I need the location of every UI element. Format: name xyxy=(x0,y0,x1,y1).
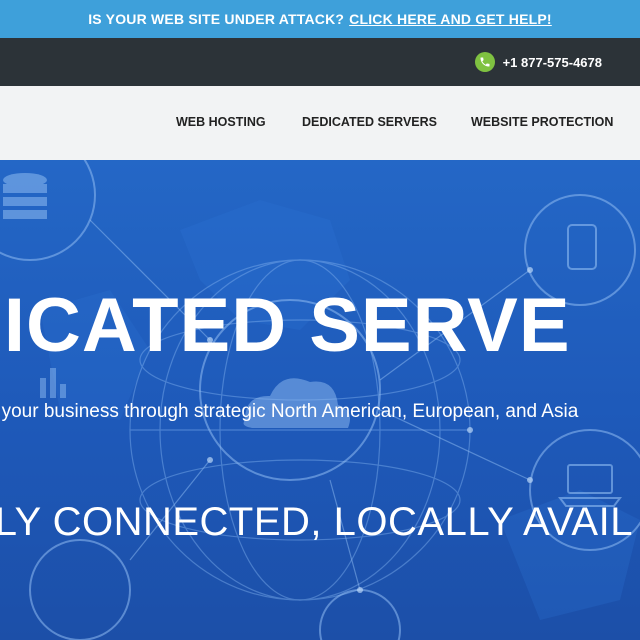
nav-website-protection[interactable]: WEBSITE PROTECTION xyxy=(471,115,613,129)
get-help-link[interactable]: CLICK HERE AND GET HELP! xyxy=(349,11,552,27)
alert-text: IS YOUR WEB SITE UNDER ATTACK? xyxy=(88,11,345,27)
nav-web-hosting[interactable]: WEB HOSTING xyxy=(176,115,266,129)
attack-alert-banner: IS YOUR WEB SITE UNDER ATTACK? CLICK HER… xyxy=(0,0,640,38)
nav-dedicated-servers[interactable]: DEDICATED SERVERS xyxy=(302,115,437,129)
hero-tagline: LLY CONNECTED, LOCALLY AVAIL xyxy=(0,500,633,544)
contact-bar: +1 877-575-4678 xyxy=(0,38,640,86)
main-nav: WEB HOSTING DEDICATED SERVERS WEBSITE PR… xyxy=(0,86,640,160)
phone-number: +1 877-575-4678 xyxy=(502,54,602,70)
hero-section: DICATED SERVE r your business through st… xyxy=(0,160,640,640)
phone-icon xyxy=(474,52,495,72)
hero-title: DICATED SERVE xyxy=(0,283,571,368)
network-background-graphic xyxy=(0,160,640,640)
phone-contact[interactable]: +1 877-575-4678 xyxy=(474,52,602,72)
hero-subtitle: r your business through strategic North … xyxy=(0,401,579,422)
